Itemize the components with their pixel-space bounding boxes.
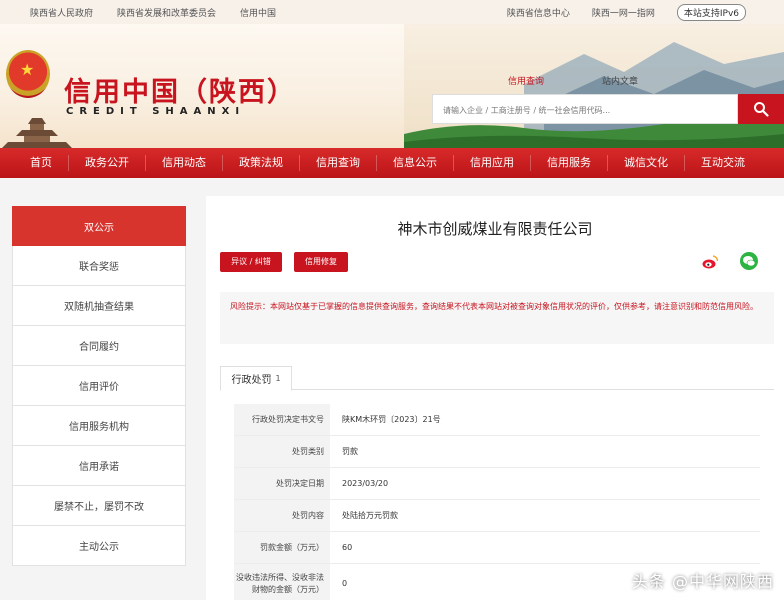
row-label: 处罚类别: [234, 436, 330, 467]
company-name: 神木市创威煤业有限责任公司: [397, 220, 593, 238]
objection-button[interactable]: 异议 / 纠错: [220, 252, 282, 272]
sidebar-item-credit-commitment[interactable]: 信用承诺: [12, 446, 186, 486]
nav-integrity-culture[interactable]: 诚信文化: [608, 155, 685, 171]
tab-credit-search[interactable]: 信用查询: [508, 74, 544, 87]
site-subtitle: CREDIT SHAANXI: [66, 106, 246, 117]
nav-home[interactable]: 首页: [14, 155, 69, 171]
weibo-share-icon[interactable]: [702, 254, 718, 270]
sidebar-item-double-disclosure[interactable]: 双公示: [12, 206, 186, 246]
nav-interaction[interactable]: 互动交流: [685, 155, 761, 171]
credit-repair-button[interactable]: 信用修复: [294, 252, 348, 272]
tab-admin-penalty[interactable]: 行政处罚 1: [220, 366, 292, 391]
row-value: 罚款: [330, 436, 760, 467]
link-drc[interactable]: 陕西省发展和改革委员会: [117, 6, 216, 19]
sidebar: 双公示 联合奖惩 双随机抽查结果 合同履约 信用评价 信用服务机构 信用承诺 屡…: [12, 206, 186, 566]
nav-credit-services[interactable]: 信用服务: [531, 155, 608, 171]
ipv6-badge: 本站支持IPv6: [676, 4, 746, 21]
row-value: 60: [330, 532, 760, 563]
nav-policies[interactable]: 政策法规: [223, 155, 300, 171]
table-row: 处罚内容 处陆拾万元罚款: [234, 500, 760, 532]
main-panel: 神木市创威煤业有限责任公司 异议 / 纠错 信用修复 风险提示：本网站仅基于已掌…: [206, 196, 784, 600]
nav-info-disclosure[interactable]: 信息公示: [377, 155, 454, 171]
risk-notice: 风险提示：本网站仅基于已掌握的信息提供查询服务，查询结果不代表本网站对被查询对象…: [220, 292, 774, 344]
tab-site-articles[interactable]: 站内文章: [602, 74, 638, 87]
row-label: 处罚内容: [234, 500, 330, 531]
sidebar-item-active-disclosure[interactable]: 主动公示: [12, 526, 186, 566]
sidebar-item-repeat-offenders[interactable]: 屡禁不止，屡罚不改: [12, 486, 186, 526]
link-shaanxi-gov[interactable]: 陕西省人民政府: [30, 6, 93, 19]
watermark: 头条 @中华网陕西: [631, 572, 774, 591]
link-info-center[interactable]: 陕西省信息中心: [507, 6, 570, 19]
nav-credit-news[interactable]: 信用动态: [146, 155, 223, 171]
nav-credit-apps[interactable]: 信用应用: [454, 155, 531, 171]
nav-gov-affairs[interactable]: 政务公开: [69, 155, 146, 171]
link-one-network[interactable]: 陕西一网一指网: [592, 6, 655, 19]
nav-credit-search[interactable]: 信用查询: [300, 155, 377, 171]
pagoda-icon: [2, 118, 72, 148]
row-value: 陕KM木环罚〔2023〕21号: [330, 404, 760, 435]
row-label: 罚款金额（万元）: [234, 532, 330, 563]
tab-admin-penalty-label: 行政处罚: [231, 375, 272, 386]
site-title: 信用中国（陕西）: [64, 77, 296, 108]
top-bar: 陕西省人民政府 陕西省发展和改革委员会 信用中国 陕西省信息中心 陕西一网一指网…: [0, 0, 784, 24]
row-label: 处罚决定日期: [234, 468, 330, 499]
search-button[interactable]: [738, 94, 784, 124]
row-label: 行政处罚决定书文号: [234, 404, 330, 435]
site-header: 信用中国（陕西） CREDIT SHAANXI 信用查询 站内文章 请输入企业 …: [0, 24, 784, 148]
table-row: 罚款金额（万元） 60: [234, 532, 760, 564]
search-input[interactable]: 请输入企业 / 工商注册号 / 统一社会信用代码...: [432, 94, 738, 124]
table-row: 处罚决定日期 2023/03/20: [234, 468, 760, 500]
search-icon: [754, 102, 769, 117]
sidebar-item-joint-rewards[interactable]: 联合奖惩: [12, 246, 186, 286]
record-tabs: 行政处罚 1: [220, 366, 774, 391]
sidebar-item-random-inspection[interactable]: 双随机抽查结果: [12, 286, 186, 326]
table-row: 行政处罚决定书文号 陕KM木环罚〔2023〕21号: [234, 404, 760, 436]
sidebar-item-service-agencies[interactable]: 信用服务机构: [12, 406, 186, 446]
row-label: 没收违法所得、没收非法财物的金额（万元）: [234, 564, 330, 600]
row-value: 处陆拾万元罚款: [330, 500, 760, 531]
row-value: 2023/03/20: [330, 468, 760, 499]
sidebar-item-contract[interactable]: 合同履约: [12, 326, 186, 366]
sidebar-item-credit-evaluation[interactable]: 信用评价: [12, 366, 186, 406]
link-credit-china[interactable]: 信用中国: [240, 6, 276, 19]
table-row: 处罚类别 罚款: [234, 436, 760, 468]
national-emblem-icon: [6, 50, 50, 98]
main-nav: 首页 政务公开 信用动态 政策法规 信用查询 信息公示 信用应用 信用服务 诚信…: [0, 148, 784, 178]
wechat-share-icon[interactable]: [740, 252, 758, 270]
tab-admin-penalty-count: 1: [275, 374, 281, 383]
